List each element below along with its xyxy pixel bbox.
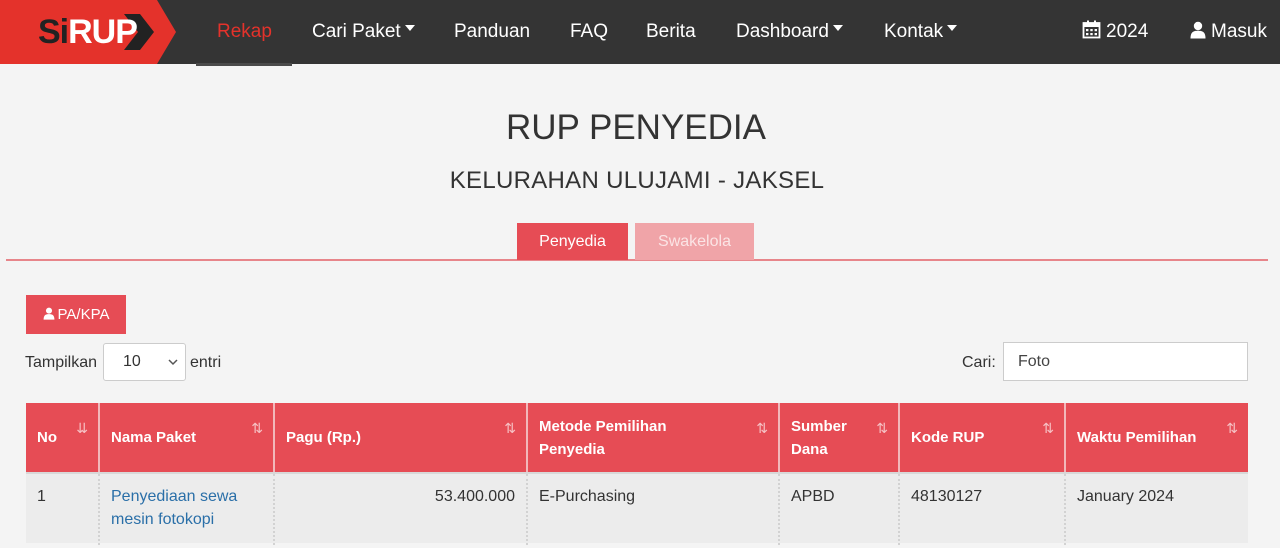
navbar: SiRUP Rekap Cari Paket Panduan FAQ Berit… [0,0,1280,64]
length-label-after: entri [190,354,222,371]
cell-no: 1 [26,474,100,545]
nav-faq-label: FAQ [570,21,609,42]
col-no-label: No [37,429,57,446]
length-label: Tampilkan [25,354,98,371]
pa-kpa-button[interactable]: PA/KPA [26,295,126,334]
nav-rekap-label: Rekap [217,21,272,42]
nav-cari-paket[interactable]: Cari Paket [312,0,415,64]
search-input[interactable]: Foto [1003,342,1248,381]
nav-panduan[interactable]: Panduan [454,0,530,64]
nav-kontak[interactable]: Kontak [884,0,958,64]
user-icon [43,307,54,320]
year-label: 2024 [1106,21,1149,42]
active-nav-indicator [196,63,292,66]
entries-select-value: 10 [123,353,141,370]
cell-pagu: 53.400.000 [275,474,528,545]
nav-faq[interactable]: FAQ [570,0,608,64]
col-metode-label: Metode Pemilihan Penyedia [539,417,667,458]
col-pagu[interactable]: Pagu (Rp.) ⇅ [275,403,528,472]
cell-kode-rup: 48130127 [900,474,1066,545]
nav-dashboard-label: Dashboard [736,21,829,42]
chevron-down-icon [168,359,178,366]
nav-berita[interactable]: Berita [646,0,696,64]
user-icon [1190,21,1206,39]
col-pagu-label: Pagu (Rp.) [286,429,361,446]
sort-icon: ⇅ [251,420,263,436]
cell-nama-paket-link[interactable]: Penyediaan sewa mesin fotokopi [100,474,275,545]
sort-icon: ⇅ [1226,420,1238,436]
sirup-logo[interactable]: SiRUP [0,0,176,64]
col-sumber-dana-label: Sumber Dana [791,417,847,458]
nav-rekap[interactable]: Rekap [217,0,272,64]
search-label: Cari: [962,354,996,371]
login-label: Masuk [1211,21,1267,42]
sort-icon: ⇅ [504,420,516,436]
sort-active-icon: ⇊ [76,420,88,436]
nav-kontak-label: Kontak [884,21,944,42]
sort-icon: ⇅ [876,420,888,436]
nav-berita-label: Berita [646,21,696,42]
nav-year[interactable]: 2024 [1082,0,1148,64]
chevron-down-icon [832,24,843,31]
chevron-down-icon [947,24,958,31]
calendar-icon [1082,20,1101,39]
sort-icon: ⇅ [756,420,768,436]
pa-kpa-label: PA/KPA [57,306,110,323]
nav-dashboard[interactable]: Dashboard [736,0,843,64]
nav-login[interactable]: Masuk [1190,0,1267,64]
nav-panduan-label: Panduan [454,21,531,42]
table-row: 1 Penyediaan sewa mesin fotokopi 53.400.… [26,472,1248,545]
col-no[interactable]: No ⇊ [26,403,100,472]
nav-cari-paket-label: Cari Paket [312,21,401,42]
col-nama-paket[interactable]: Nama Paket ⇅ [100,403,275,472]
col-waktu[interactable]: Waktu Pemilihan ⇅ [1066,403,1248,472]
chevron-down-icon [404,24,415,31]
table-header: No ⇊ Nama Paket ⇅ Pagu (Rp.) ⇅ Metode Pemil… [26,403,1248,472]
cell-sumber-dana: APBD [780,474,900,545]
col-kode-rup-label: Kode RUP [911,429,985,446]
tab-swakelola[interactable]: Swakelola [635,223,754,260]
page-title: RUP PENYEDIA [506,108,766,147]
page-subtitle: KELURAHAN ULUJAMI - JAKSEL [449,167,825,194]
col-waktu-label: Waktu Pemilihan [1077,429,1197,446]
col-nama-paket-label: Nama Paket [111,429,197,446]
col-sumber-dana[interactable]: Sumber Dana ⇅ [780,403,900,472]
col-metode[interactable]: Metode Pemilihan Penyedia ⇅ [528,403,780,472]
logo-text: SiRUP [38,13,138,51]
col-kode-rup[interactable]: Kode RUP ⇅ [900,403,1066,472]
cell-metode: E-Purchasing [528,474,780,545]
sort-icon: ⇅ [1042,420,1054,436]
tab-penyedia[interactable]: Penyedia [517,223,628,260]
cell-waktu: January 2024 [1077,488,1174,505]
entries-select[interactable]: 10 [103,343,186,381]
